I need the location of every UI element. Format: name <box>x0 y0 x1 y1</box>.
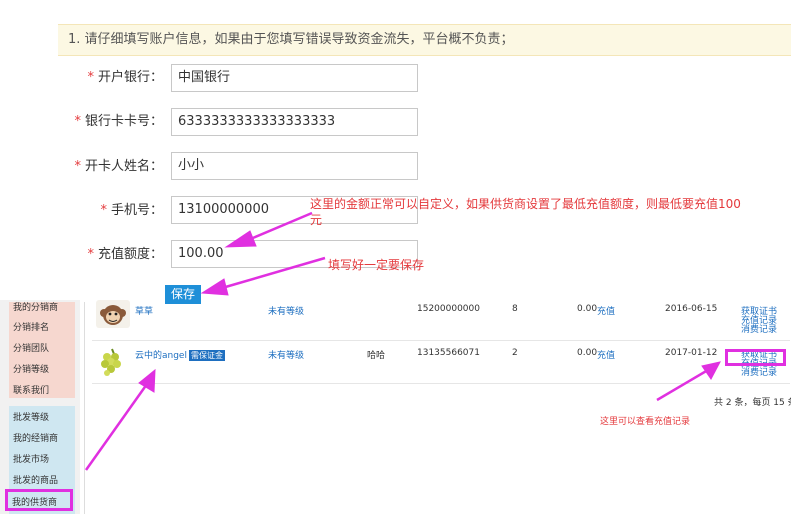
sidebar-item-distribution-ranking[interactable]: 分销排名 <box>13 320 49 333</box>
supplier-amount: 0.00 <box>577 348 598 358</box>
bank-input[interactable]: 中国银行 <box>171 64 418 92</box>
row-separator <box>92 383 790 384</box>
content-divider <box>84 302 85 514</box>
supplier-date: 2016-06-15 <box>665 304 718 314</box>
recharge-link[interactable]: 充值 <box>597 348 615 361</box>
sidebar-item-my-suppliers[interactable]: 我的供货商 <box>12 495 57 508</box>
grapes-avatar <box>96 346 128 378</box>
sidebar-item-contact-us[interactable]: 联系我们 <box>13 383 49 396</box>
sidebar-item-wholesale-level[interactable]: 批发等级 <box>13 410 49 423</box>
sidebar-item-my-distributors[interactable]: 我的分销商 <box>13 300 58 313</box>
supplier-level: 未有等级 <box>268 351 305 361</box>
supplier-nickname: 哈哈 <box>367 351 386 361</box>
consumption-record-link[interactable]: 消费记录 <box>741 322 777 335</box>
card-number-input[interactable]: 6333333333333333333 <box>171 108 418 136</box>
sidebar-item-wholesale-market[interactable]: 批发市场 <box>13 452 49 465</box>
save-annotation: 填写好一定要保存 <box>328 258 425 272</box>
amount-label: * 充值额度： <box>87 247 163 262</box>
supplier-name-row: 云中的angel 需保证金 <box>135 348 225 361</box>
supplier-list-region <box>0 300 791 514</box>
pagination-info: 共 2 条，每页 15 条 <box>714 398 791 408</box>
bank-label: * 开户银行： <box>87 70 163 85</box>
save-button[interactable]: 保存 <box>165 285 201 304</box>
recharge-record-highlight <box>725 349 786 366</box>
supplier-date: 2017-01-12 <box>665 348 718 358</box>
sidebar-item-wholesale-goods[interactable]: 批发的商品 <box>13 473 58 486</box>
sidebar-item-distribution-team[interactable]: 分销团队 <box>13 341 49 354</box>
supplier-name[interactable]: 云中的angel <box>135 351 187 361</box>
amount-annotation: 这里的金额正常可以自定义，如果供货商设置了最低充值额度，则最低要充值100 元 <box>310 197 741 227</box>
recharge-link[interactable]: 充值 <box>597 304 615 317</box>
supplier-level: 未有等级 <box>268 307 305 317</box>
notice-banner: 1. 请仔细填写账户信息，如果由于您填写错误导致资金流失，平台概不负责； <box>58 24 791 56</box>
consumption-record-link[interactable]: 消费记录 <box>741 365 777 378</box>
record-annotation: 这里可以查看充值记录 <box>600 417 691 427</box>
cardholder-label: * 开卡人姓名： <box>74 159 163 174</box>
supplier-phone: 13135566071 <box>417 348 480 358</box>
sidebar-item-distribution-level[interactable]: 分销等级 <box>13 362 49 375</box>
supplier-count: 2 <box>512 348 518 358</box>
supplier-phone: 15200000000 <box>417 304 480 314</box>
row-separator <box>92 340 790 341</box>
cardholder-input[interactable]: 小小 <box>171 152 418 180</box>
card-number-label: * 银行卡卡号： <box>74 114 163 129</box>
deposit-badge: 需保证金 <box>188 350 225 361</box>
phone-label: * 手机号： <box>100 203 163 218</box>
supplier-amount: 0.00 <box>577 304 598 314</box>
supplier-name[interactable]: 草草 <box>135 304 153 317</box>
sidebar-item-my-dealers[interactable]: 我的经销商 <box>13 431 58 444</box>
supplier-count: 8 <box>512 304 518 314</box>
monkey-avatar <box>96 300 130 328</box>
